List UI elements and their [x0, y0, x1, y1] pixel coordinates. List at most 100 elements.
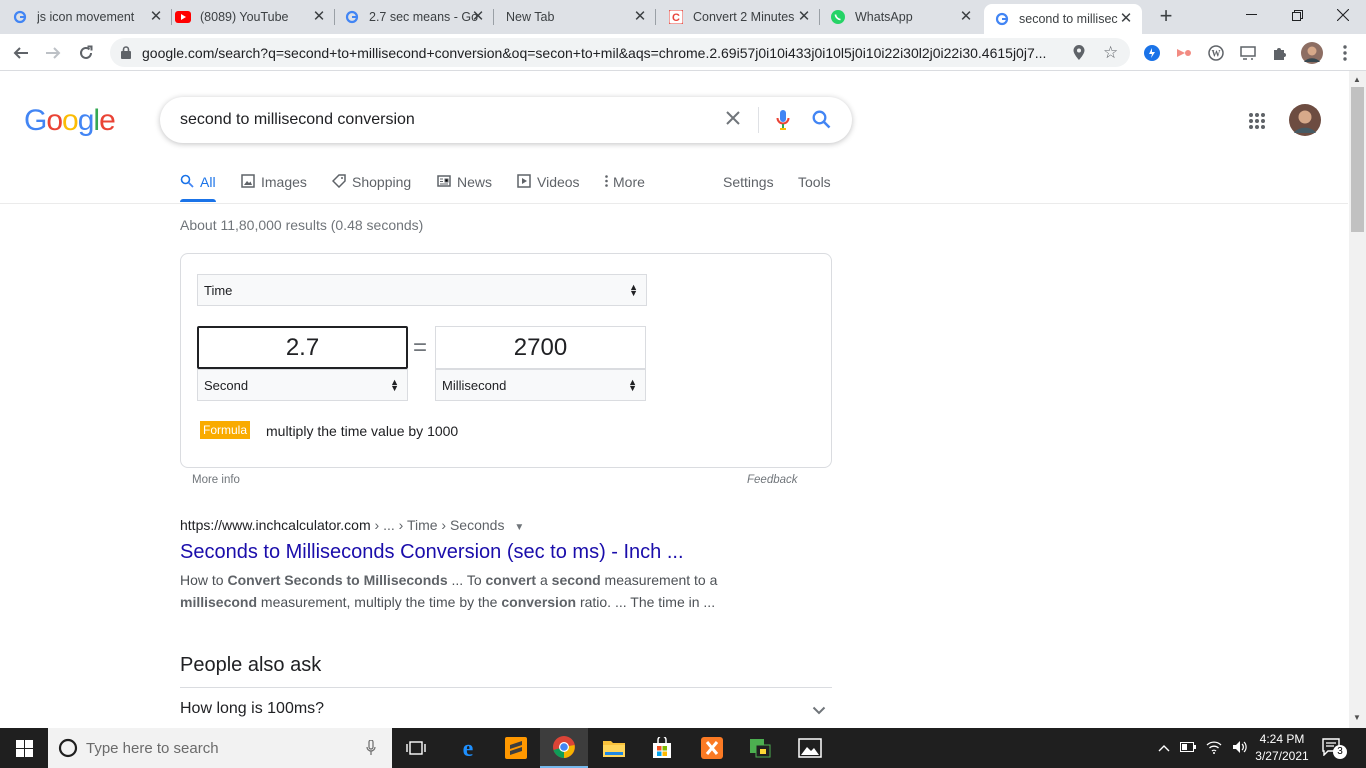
- cast-icon[interactable]: [1235, 40, 1261, 66]
- extensions-puzzle-icon[interactable]: [1267, 40, 1293, 66]
- snippet-text: measurement to a: [600, 572, 718, 588]
- close-tab-icon[interactable]: ✕: [958, 9, 974, 25]
- scroll-down-icon[interactable]: ▼: [1353, 713, 1361, 722]
- xampp-icon[interactable]: [688, 728, 736, 768]
- logo-letter: o: [46, 104, 63, 137]
- wifi-icon[interactable]: [1206, 740, 1222, 757]
- google-logo[interactable]: Google: [24, 104, 116, 138]
- wordpress-icon[interactable]: W: [1203, 40, 1229, 66]
- tab-new-tab[interactable]: New Tab ✕: [496, 0, 656, 34]
- tab-news[interactable]: News: [437, 172, 492, 192]
- tab-convert-2-minutes[interactable]: C Convert 2 Minutes ✕: [660, 0, 820, 34]
- kebab-menu-icon[interactable]: [1332, 40, 1358, 66]
- snippet-highlight: convert: [485, 572, 537, 588]
- close-tab-icon[interactable]: ✕: [1118, 11, 1134, 27]
- close-tab-icon[interactable]: ✕: [148, 9, 164, 25]
- file-explorer-icon[interactable]: [590, 728, 638, 768]
- tab-youtube[interactable]: (8089) YouTube ✕: [175, 0, 335, 34]
- svg-text:W: W: [1212, 49, 1221, 59]
- edge-icon[interactable]: e: [444, 728, 492, 768]
- task-view-icon[interactable]: [392, 728, 440, 768]
- tab-news-label: News: [457, 174, 493, 190]
- new-tab-plus-icon[interactable]: +: [1155, 5, 1177, 27]
- clear-search-icon[interactable]: [725, 110, 741, 131]
- to-unit-select[interactable]: Millisecond ▲ ▼: [435, 369, 646, 401]
- tab-all[interactable]: All: [180, 172, 216, 192]
- close-tab-icon[interactable]: ✕: [470, 9, 486, 25]
- browser-toolbar: google.com/search?q=second+to+millisecon…: [0, 34, 1366, 71]
- microphone-icon[interactable]: [366, 739, 376, 760]
- to-value-input[interactable]: 2700: [435, 326, 646, 369]
- profile-avatar[interactable]: [1299, 40, 1325, 66]
- tab-videos[interactable]: Videos: [517, 172, 580, 192]
- forward-arrow-icon[interactable]: [40, 40, 66, 66]
- volume-icon[interactable]: [1232, 740, 1248, 757]
- tab-separator: [493, 9, 494, 25]
- apps-grid-icon[interactable]: [1248, 112, 1266, 135]
- tab-videos-label: Videos: [537, 174, 580, 190]
- tab-whatsapp[interactable]: WhatsApp ✕: [822, 0, 982, 34]
- tab-js-icon-movement[interactable]: js icon movement ✕: [12, 0, 172, 34]
- snippet-highlight: second: [551, 572, 601, 588]
- tab-strip: js icon movement ✕ (8089) YouTube ✕ 2.7 …: [0, 0, 1366, 34]
- photos-icon[interactable]: [786, 728, 834, 768]
- chevron-down-icon[interactable]: [812, 702, 826, 720]
- tab-second-to-millisec[interactable]: second to millisec ✕: [984, 4, 1142, 34]
- tab-more-label: More: [613, 174, 645, 190]
- vpn-app-icon[interactable]: [736, 728, 784, 768]
- tab-shopping[interactable]: Shopping: [331, 172, 411, 192]
- windows-start-icon[interactable]: [0, 728, 48, 768]
- notification-center-icon[interactable]: 3: [1322, 738, 1347, 761]
- sublime-text-icon[interactable]: [492, 728, 540, 768]
- page-scrollbar[interactable]: ▲ ▼: [1349, 71, 1366, 728]
- tab-separator: [171, 9, 172, 25]
- tab-more[interactable]: More: [605, 172, 645, 192]
- tray-chevron-up-icon[interactable]: [1158, 741, 1170, 755]
- more-info-link[interactable]: More info: [192, 474, 240, 486]
- from-value-input[interactable]: 2.7: [197, 326, 408, 369]
- battery-icon[interactable]: [1180, 741, 1196, 755]
- account-avatar[interactable]: [1289, 104, 1321, 141]
- microphone-icon[interactable]: [776, 109, 790, 136]
- back-arrow-icon[interactable]: [8, 40, 34, 66]
- location-pin-icon[interactable]: [1073, 45, 1085, 65]
- bookmark-star-icon[interactable]: ☆: [1103, 44, 1118, 61]
- tab-images[interactable]: Images: [241, 172, 307, 192]
- header-divider: [0, 203, 1348, 204]
- result-menu-arrow-icon[interactable]: ▼: [514, 522, 524, 533]
- result-title-link[interactable]: Seconds to Milliseconds Conversion (sec …: [180, 541, 684, 564]
- minimize-icon[interactable]: [1228, 0, 1274, 30]
- vertical-dots-icon: [605, 174, 608, 190]
- extension-record-icon[interactable]: [1171, 40, 1197, 66]
- reload-icon[interactable]: [73, 40, 99, 66]
- address-bar[interactable]: google.com/search?q=second+to+millisecon…: [110, 38, 1130, 67]
- taskbar-clock[interactable]: 4:24 PM 3/27/2021: [1248, 731, 1316, 765]
- extension-blue-icon[interactable]: [1139, 40, 1165, 66]
- search-input[interactable]: [180, 109, 700, 131]
- close-tab-icon[interactable]: ✕: [311, 9, 327, 25]
- microsoft-store-icon[interactable]: [638, 728, 686, 768]
- paa-question[interactable]: How long is 100ms?: [180, 700, 324, 718]
- settings-link[interactable]: Settings: [723, 172, 774, 192]
- from-unit-select[interactable]: Second ▲ ▼: [197, 369, 408, 401]
- snippet-text: measurement, multiply the time by the: [257, 594, 502, 610]
- result-cite[interactable]: https://www.inchcalculator.com › ... › T…: [180, 517, 524, 533]
- taskbar-search[interactable]: Type here to search: [48, 728, 392, 768]
- tools-link[interactable]: Tools: [798, 172, 831, 192]
- tab-images-label: Images: [261, 174, 307, 190]
- youtube-icon: [175, 9, 191, 25]
- close-tab-icon[interactable]: ✕: [796, 9, 812, 25]
- search-divider: [758, 107, 759, 133]
- category-select[interactable]: Time ▲ ▼: [197, 274, 647, 306]
- close-tab-icon[interactable]: ✕: [632, 9, 648, 25]
- tab-2-7-sec-means[interactable]: 2.7 sec means - Go ✕: [338, 0, 494, 34]
- chrome-taskbar-icon[interactable]: [540, 728, 588, 768]
- whatsapp-icon: [830, 9, 846, 25]
- scroll-thumb[interactable]: [1351, 87, 1364, 232]
- windows-taskbar: Type here to search e 4:24 PM 3/27/2021 …: [0, 728, 1366, 768]
- search-icon[interactable]: [812, 110, 831, 134]
- feedback-link[interactable]: Feedback: [747, 474, 798, 486]
- restore-icon[interactable]: [1274, 0, 1320, 30]
- scroll-up-icon[interactable]: ▲: [1353, 75, 1361, 84]
- close-window-icon[interactable]: [1320, 0, 1366, 30]
